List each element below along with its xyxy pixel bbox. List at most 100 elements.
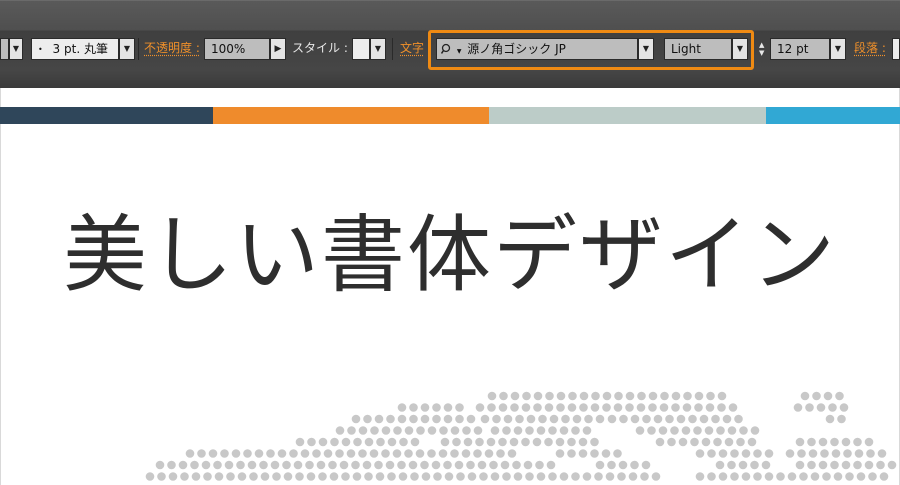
map-dot bbox=[822, 472, 831, 481]
map-dot bbox=[385, 460, 395, 470]
style-dropdown[interactable]: ▼ bbox=[370, 38, 386, 60]
map-dot bbox=[277, 449, 287, 458]
font-family-highlight-box bbox=[428, 30, 754, 70]
map-dot bbox=[307, 437, 316, 447]
map-dot bbox=[480, 414, 490, 424]
map-dot bbox=[259, 460, 268, 470]
map-dot bbox=[678, 437, 688, 447]
map-dot bbox=[594, 472, 603, 481]
map-dot bbox=[509, 437, 519, 447]
map-dot bbox=[387, 437, 397, 447]
map-dot bbox=[408, 460, 418, 470]
map-dot bbox=[579, 403, 588, 412]
map-dot bbox=[477, 460, 487, 470]
map-dot bbox=[536, 426, 546, 435]
stroke-weight-dropdown[interactable]: ▼ bbox=[9, 38, 23, 60]
map-dot bbox=[214, 472, 224, 481]
map-dot bbox=[404, 426, 414, 435]
map-dot bbox=[559, 472, 569, 481]
map-dot bbox=[455, 403, 464, 412]
map-dot bbox=[707, 449, 716, 458]
map-dot bbox=[444, 472, 454, 481]
map-dot bbox=[658, 426, 668, 435]
map-dot bbox=[843, 449, 852, 458]
map-dot bbox=[499, 391, 508, 401]
control-panel-toolbar: ▼ • 3 pt. 丸筆 ▼ 不透明度 : 100% ▶ スタイル : ▼ 文字… bbox=[0, 0, 900, 88]
map-dot bbox=[868, 472, 877, 481]
map-dot bbox=[681, 426, 691, 435]
map-dot bbox=[727, 426, 737, 435]
map-dot bbox=[145, 472, 155, 481]
map-dot bbox=[640, 472, 649, 481]
opacity-label[interactable]: 不透明度 : bbox=[144, 38, 200, 60]
map-dot bbox=[397, 460, 406, 470]
toolbar-separator bbox=[392, 38, 393, 60]
map-dot bbox=[795, 437, 805, 447]
map-dot bbox=[548, 472, 557, 481]
font-size-dropdown[interactable]: ▼ bbox=[830, 38, 846, 60]
map-dot bbox=[347, 426, 356, 435]
map-dot bbox=[432, 403, 441, 412]
map-dot bbox=[717, 391, 727, 401]
map-dot bbox=[522, 391, 531, 401]
map-dot bbox=[730, 472, 739, 481]
map-dot bbox=[648, 391, 658, 401]
map-dot bbox=[591, 391, 600, 401]
map-dot bbox=[203, 472, 212, 481]
map-dot bbox=[635, 426, 645, 435]
map-dot bbox=[544, 403, 554, 412]
map-dot bbox=[341, 472, 350, 481]
font-size-field[interactable]: 12 pt bbox=[770, 38, 830, 60]
map-dot bbox=[694, 391, 704, 401]
map-dot bbox=[864, 437, 874, 447]
opacity-field[interactable]: 100% bbox=[204, 38, 270, 60]
headline-text[interactable]: 美しい書体デザイン bbox=[0, 200, 900, 310]
map-dot bbox=[655, 437, 665, 447]
map-dot bbox=[486, 437, 496, 447]
map-dot bbox=[548, 426, 557, 435]
map-dot bbox=[595, 460, 605, 470]
map-dot bbox=[839, 403, 849, 412]
map-dot bbox=[254, 449, 264, 458]
map-dot bbox=[812, 391, 821, 401]
stepper-icon[interactable]: ▲ ▼ bbox=[759, 41, 764, 63]
paragraph-align-button[interactable] bbox=[892, 38, 900, 60]
map-dot bbox=[830, 460, 839, 470]
map-dot bbox=[201, 460, 211, 470]
map-dot bbox=[329, 472, 339, 481]
map-dot bbox=[579, 391, 589, 401]
map-dot bbox=[590, 437, 599, 447]
stroke-weight-field[interactable] bbox=[0, 38, 9, 60]
map-dot bbox=[805, 403, 814, 412]
map-dot bbox=[532, 437, 542, 447]
stroke-profile-dropdown[interactable]: ▼ bbox=[119, 38, 135, 60]
map-dot bbox=[613, 403, 623, 412]
map-dot bbox=[500, 460, 510, 470]
map-dot bbox=[816, 403, 826, 412]
opacity-slider-button[interactable]: ▶ bbox=[270, 38, 286, 60]
map-dot bbox=[440, 437, 450, 447]
opacity-value: 100% bbox=[211, 42, 246, 56]
map-dot bbox=[556, 403, 565, 412]
map-dot bbox=[879, 472, 889, 481]
map-dot bbox=[567, 437, 576, 447]
style-swatch[interactable] bbox=[352, 38, 370, 60]
map-dot bbox=[351, 460, 360, 470]
map-dot bbox=[454, 460, 464, 470]
stroke-profile-field[interactable]: • 3 pt. 丸筆 bbox=[31, 38, 119, 60]
map-dot bbox=[617, 472, 626, 481]
paragraph-panel-link[interactable]: 段落 : bbox=[854, 38, 886, 60]
map-dot bbox=[404, 449, 413, 458]
map-dot bbox=[487, 391, 497, 401]
map-dot bbox=[521, 437, 530, 447]
map-dot bbox=[410, 437, 420, 447]
map-dot bbox=[647, 426, 656, 435]
character-panel-link[interactable]: 文字 bbox=[400, 38, 424, 60]
map-dot bbox=[642, 414, 651, 424]
map-dot bbox=[831, 449, 841, 458]
map-dot bbox=[463, 437, 473, 447]
map-dot bbox=[676, 414, 686, 424]
toolbar-separator bbox=[138, 38, 139, 60]
map-dot bbox=[761, 460, 771, 470]
map-dot bbox=[397, 414, 407, 424]
